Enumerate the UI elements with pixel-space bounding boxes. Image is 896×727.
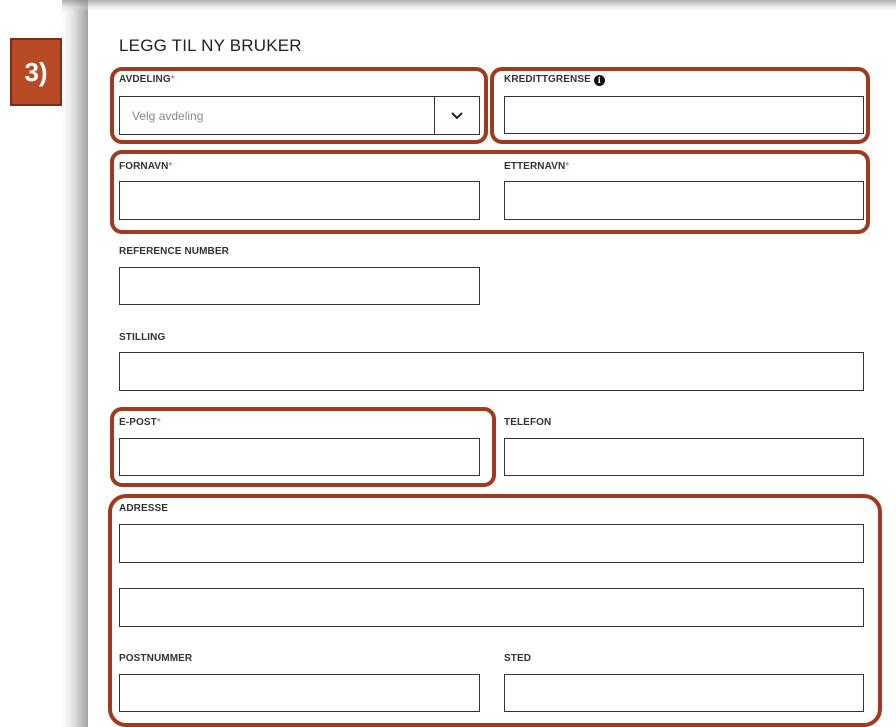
kredittgrense-label: KREDITTGRENSE i xyxy=(504,74,605,86)
kredittgrense-input[interactable] xyxy=(504,96,864,134)
chevron-down-icon[interactable] xyxy=(449,111,465,121)
avdeling-label: AVDELING* xyxy=(119,74,175,85)
fornavn-input[interactable] xyxy=(119,181,480,220)
adresse-line1-input[interactable] xyxy=(119,524,864,563)
form-title: LEGG TIL NY BRUKER xyxy=(119,36,302,55)
sted-label: STED xyxy=(504,653,532,664)
telefon-input[interactable] xyxy=(504,438,864,476)
fornavn-label-text: FORNAVN xyxy=(119,161,169,172)
avdeling-placeholder: Velg avdeling xyxy=(132,109,204,123)
info-icon[interactable]: i xyxy=(593,75,605,86)
required-marker: * xyxy=(168,161,173,172)
avdeling-select[interactable]: Velg avdeling xyxy=(119,96,480,135)
telefon-label: TELEFON xyxy=(504,417,552,428)
etternavn-label: ETTERNAVN* xyxy=(504,161,569,172)
required-marker: * xyxy=(565,161,570,172)
epost-label-text: E-POST xyxy=(119,417,157,428)
epost-input[interactable] xyxy=(119,438,480,476)
postnummer-label: POSTNUMMER xyxy=(119,653,193,664)
reference-number-input[interactable] xyxy=(119,267,480,305)
adresse-line2-input[interactable] xyxy=(119,588,864,627)
etternavn-input[interactable] xyxy=(504,181,864,220)
avdeling-label-text: AVDELING xyxy=(119,74,171,85)
epost-label: E-POST* xyxy=(119,417,161,428)
card-shadow-left xyxy=(62,0,88,727)
required-marker: * xyxy=(156,417,161,428)
adresse-label: ADRESSE xyxy=(119,503,169,514)
step-badge: 3) xyxy=(10,38,62,106)
reference-number-label: REFERENCE NUMBER xyxy=(119,246,229,257)
required-marker: * xyxy=(170,74,175,85)
kredittgrense-label-text: KREDITTGRENSE xyxy=(504,74,591,85)
select-divider xyxy=(434,97,435,134)
etternavn-label-text: ETTERNAVN xyxy=(504,161,566,172)
stilling-input[interactable] xyxy=(119,352,864,391)
sted-input[interactable] xyxy=(504,674,864,712)
fornavn-label: FORNAVN* xyxy=(119,161,172,172)
stilling-label: STILLING xyxy=(119,332,166,343)
postnummer-input[interactable] xyxy=(119,674,480,712)
